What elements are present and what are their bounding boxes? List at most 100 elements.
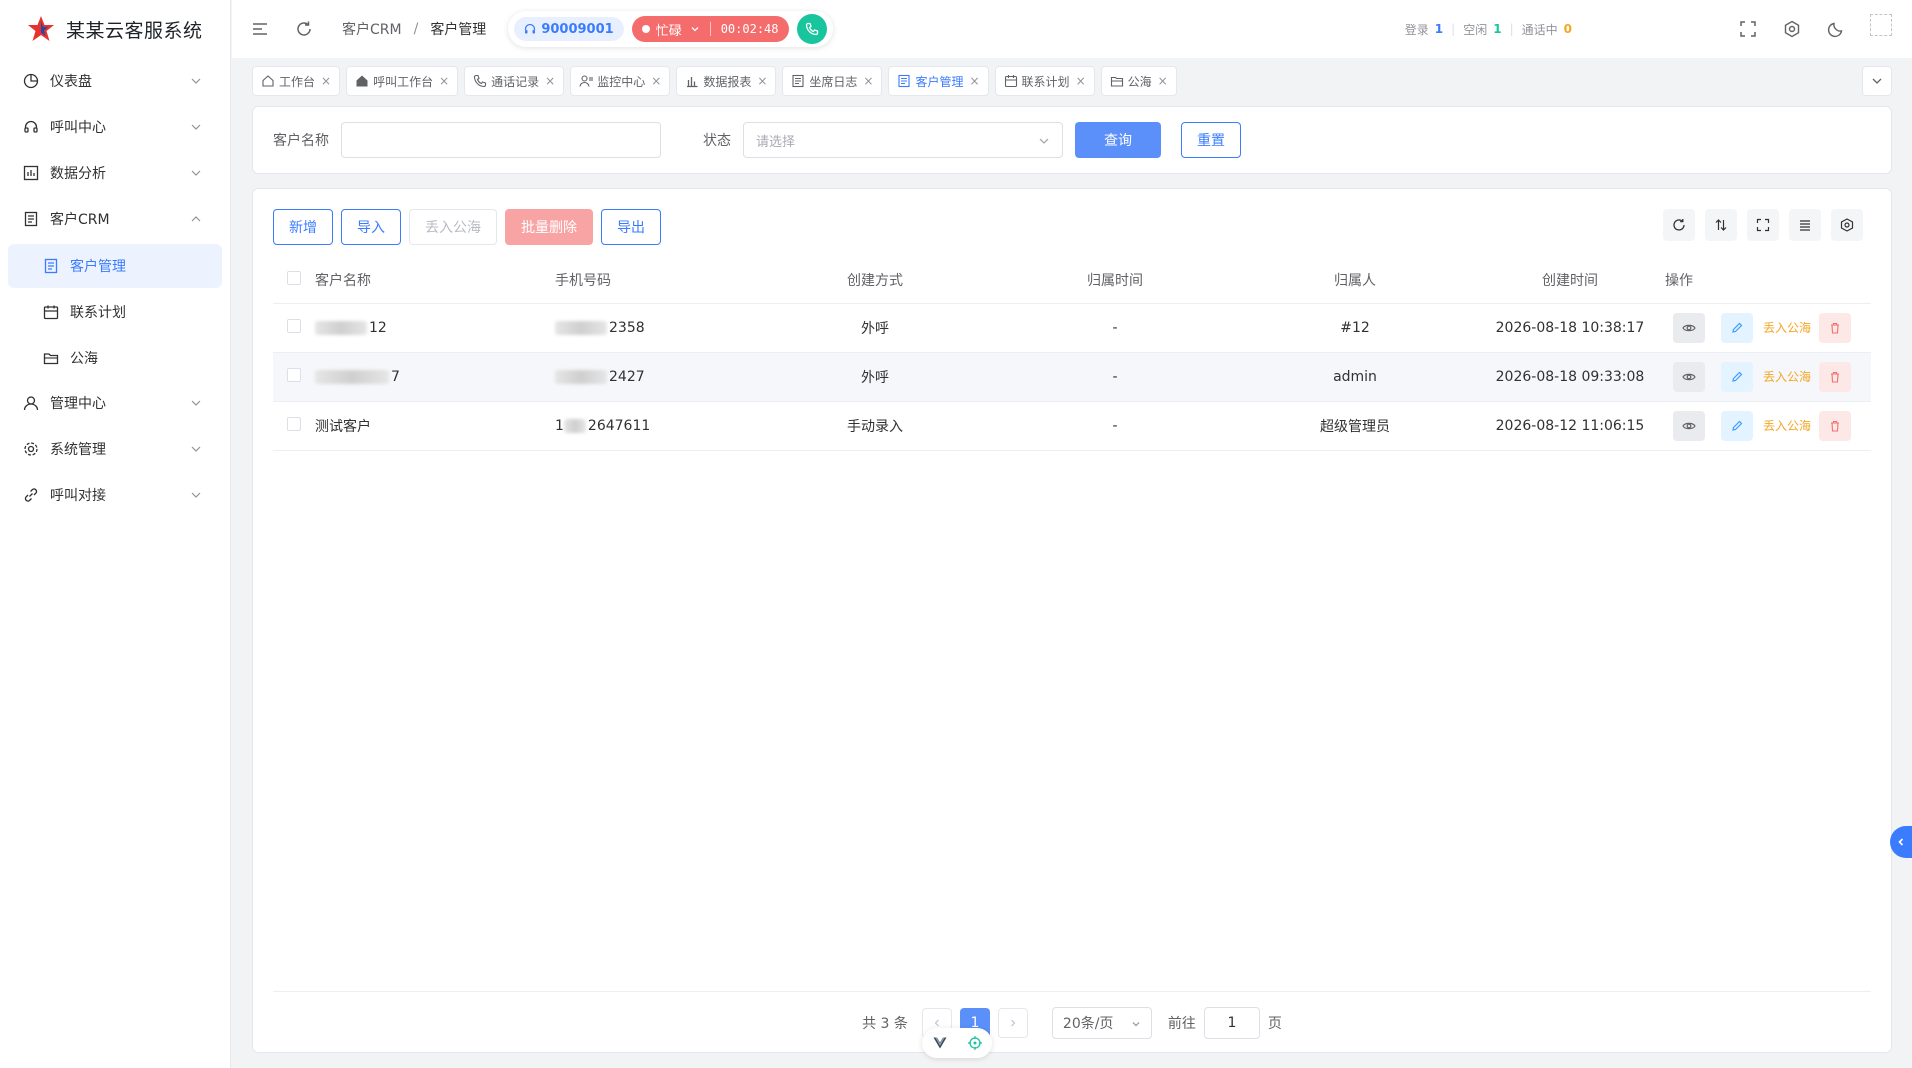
reset-button[interactable]: 重置 — [1181, 122, 1241, 158]
import-button[interactable]: 导入 — [341, 209, 401, 245]
delete-button[interactable] — [1819, 312, 1852, 343]
move-to-sea-link[interactable]: 丢入公海 — [1763, 319, 1811, 336]
close-icon[interactable]: × — [1076, 74, 1086, 88]
page-size-value: 20条/页 — [1062, 1016, 1114, 1032]
edit-button[interactable] — [1721, 312, 1753, 343]
sidebar: 某某云客服系统 仪表盘 呼叫中心 数据分析 客户CRM 客户管理 联系计划 公海… — [0, 0, 231, 1068]
density-button[interactable] — [1789, 209, 1821, 241]
table-row[interactable]: 7 2427 外呼 - admin 2026-08-18 09:33:08 丢入… — [273, 352, 1871, 402]
sidebar-item-contact-plan[interactable]: 联系计划 — [8, 290, 222, 334]
page-size-select[interactable]: 20条/页 — [1051, 1007, 1152, 1039]
breadcrumb: 客户CRM / 客户管理 — [342, 19, 486, 39]
sidebar-item-customer-management[interactable]: 客户管理 — [8, 244, 222, 288]
sidebar-item-crm[interactable]: 客户CRM — [8, 196, 222, 242]
edit-button[interactable] — [1721, 410, 1753, 441]
edit-button[interactable] — [1721, 361, 1753, 392]
col-header-owner[interactable]: 归属人 — [1235, 257, 1475, 304]
move-to-sea-link[interactable]: 丢入公海 — [1763, 368, 1811, 385]
headset-icon — [22, 118, 40, 136]
user-avatar[interactable] — [1870, 14, 1892, 36]
col-header-method[interactable]: 创建方式 — [755, 257, 995, 304]
cell-phone: 1 2647611 — [555, 401, 755, 451]
tab-workbench[interactable]: 工作台 × — [252, 66, 341, 96]
close-icon[interactable]: × — [545, 74, 555, 88]
breadcrumb-crm[interactable]: 客户CRM — [342, 19, 402, 39]
refresh-table-button[interactable] — [1663, 209, 1695, 241]
move-to-sea-button[interactable]: 丢入公海 — [409, 209, 497, 245]
sidebar-item-call-center[interactable]: 呼叫中心 — [8, 104, 222, 150]
tab-data-reports[interactable]: 数据报表 × — [676, 66, 777, 96]
batch-delete-button[interactable]: 批量删除 — [505, 209, 593, 245]
tabs-dropdown-button[interactable] — [1862, 66, 1892, 96]
column-settings-button[interactable] — [1831, 209, 1863, 241]
tab-contact-plan[interactable]: 联系计划 × — [994, 66, 1095, 96]
sidebar-item-data-analysis[interactable]: 数据分析 — [8, 150, 222, 196]
col-header-phone[interactable]: 手机号码 — [555, 257, 755, 304]
close-icon[interactable]: × — [439, 74, 449, 88]
tab-monitor[interactable]: 监控中心 × — [570, 66, 671, 96]
cell-phone: 2358 — [555, 303, 755, 353]
menu-fold-icon[interactable] — [250, 19, 270, 39]
col-header-name[interactable]: 客户名称 — [315, 257, 555, 304]
settings-icon[interactable] — [1782, 19, 1802, 39]
close-icon[interactable]: × — [969, 74, 979, 88]
row-checkbox[interactable] — [287, 416, 301, 431]
row-checkbox[interactable] — [287, 367, 301, 382]
sidebar-item-call-integration[interactable]: 呼叫对接 — [8, 472, 222, 518]
col-header-assign-time[interactable]: 归属时间 — [995, 257, 1235, 304]
gear-icon — [22, 440, 40, 458]
export-button[interactable]: 导出 — [601, 209, 661, 245]
query-button[interactable]: 查询 — [1075, 122, 1161, 158]
agent-stats: 登录 1 | 空闲 1 | 通话中 0 — [1405, 0, 1572, 58]
tab-call-workbench[interactable]: 呼叫工作台 × — [346, 66, 459, 96]
row-checkbox[interactable] — [287, 318, 301, 333]
tab-label: 公海 — [1127, 74, 1152, 89]
moon-icon[interactable] — [1826, 19, 1846, 39]
sidebar-item-dashboard[interactable]: 仪表盘 — [8, 58, 222, 104]
close-icon[interactable]: × — [757, 74, 767, 88]
close-icon[interactable]: × — [863, 74, 873, 88]
delete-button[interactable] — [1819, 410, 1852, 441]
next-page-button[interactable] — [997, 1008, 1028, 1038]
side-panel-toggle[interactable] — [1890, 826, 1912, 858]
app-logo[interactable]: 某某云客服系统 — [0, 0, 230, 58]
customer-name-input[interactable] — [341, 122, 661, 158]
tab-customer-management[interactable]: 客户管理 × — [888, 66, 989, 96]
table-row[interactable]: 测试客户 1 2647611 手动录入 - 超级管理员 2026-08-12 11… — [273, 401, 1871, 451]
agent-status-dropdown[interactable]: 忙碌 00:02:48 — [631, 16, 789, 42]
close-icon[interactable]: × — [1158, 74, 1168, 88]
add-button[interactable]: 新增 — [273, 209, 333, 245]
tab-agent-log[interactable]: 坐席日志 × — [782, 66, 883, 96]
goto-page-input[interactable]: 1 — [1203, 1007, 1260, 1039]
tab-public-sea[interactable]: 公海 × — [1100, 66, 1177, 96]
vue-logo-icon[interactable] — [933, 1037, 947, 1049]
view-button[interactable] — [1673, 361, 1705, 392]
tab-call-records[interactable]: 通话记录 × — [464, 66, 565, 96]
move-to-sea-link[interactable]: 丢入公海 — [1763, 417, 1811, 434]
sidebar-item-system[interactable]: 系统管理 — [8, 426, 222, 472]
sidebar-item-management[interactable]: 管理中心 — [8, 380, 222, 426]
select-all-checkbox[interactable] — [287, 270, 301, 285]
delete-button[interactable] — [1819, 361, 1852, 392]
status-select[interactable]: 请选择 — [743, 122, 1063, 158]
table-header-row: 客户名称 手机号码 创建方式 归属时间 归属人 创建时间 操作 — [273, 257, 1871, 304]
close-icon[interactable]: × — [651, 74, 661, 88]
fullscreen-table-button[interactable] — [1747, 209, 1779, 241]
refresh-icon[interactable] — [294, 19, 314, 39]
chevron-down-icon — [691, 27, 699, 32]
agent-id-badge[interactable]: 90009001 — [514, 17, 624, 41]
floating-toolbar — [922, 1028, 992, 1058]
call-button[interactable] — [796, 14, 827, 44]
view-button[interactable] — [1673, 312, 1705, 343]
table-row[interactable]: 12 2358 外呼 - #12 2026-08-18 10:38:17 丢入公… — [273, 303, 1871, 353]
sidebar-item-public-sea[interactable]: 公海 — [8, 336, 222, 380]
sort-button[interactable] — [1705, 209, 1737, 241]
col-header-created[interactable]: 创建时间 — [1475, 257, 1665, 304]
agent-status-bar: 90009001 忙碌 00:02:48 — [508, 11, 833, 47]
cell-customer-name: 7 — [315, 352, 555, 402]
crosshair-icon[interactable] — [967, 1036, 982, 1050]
close-icon[interactable]: × — [321, 74, 331, 88]
fullscreen-icon[interactable] — [1738, 19, 1758, 39]
view-button[interactable] — [1673, 410, 1705, 441]
cell-assign-time: - — [995, 401, 1235, 451]
